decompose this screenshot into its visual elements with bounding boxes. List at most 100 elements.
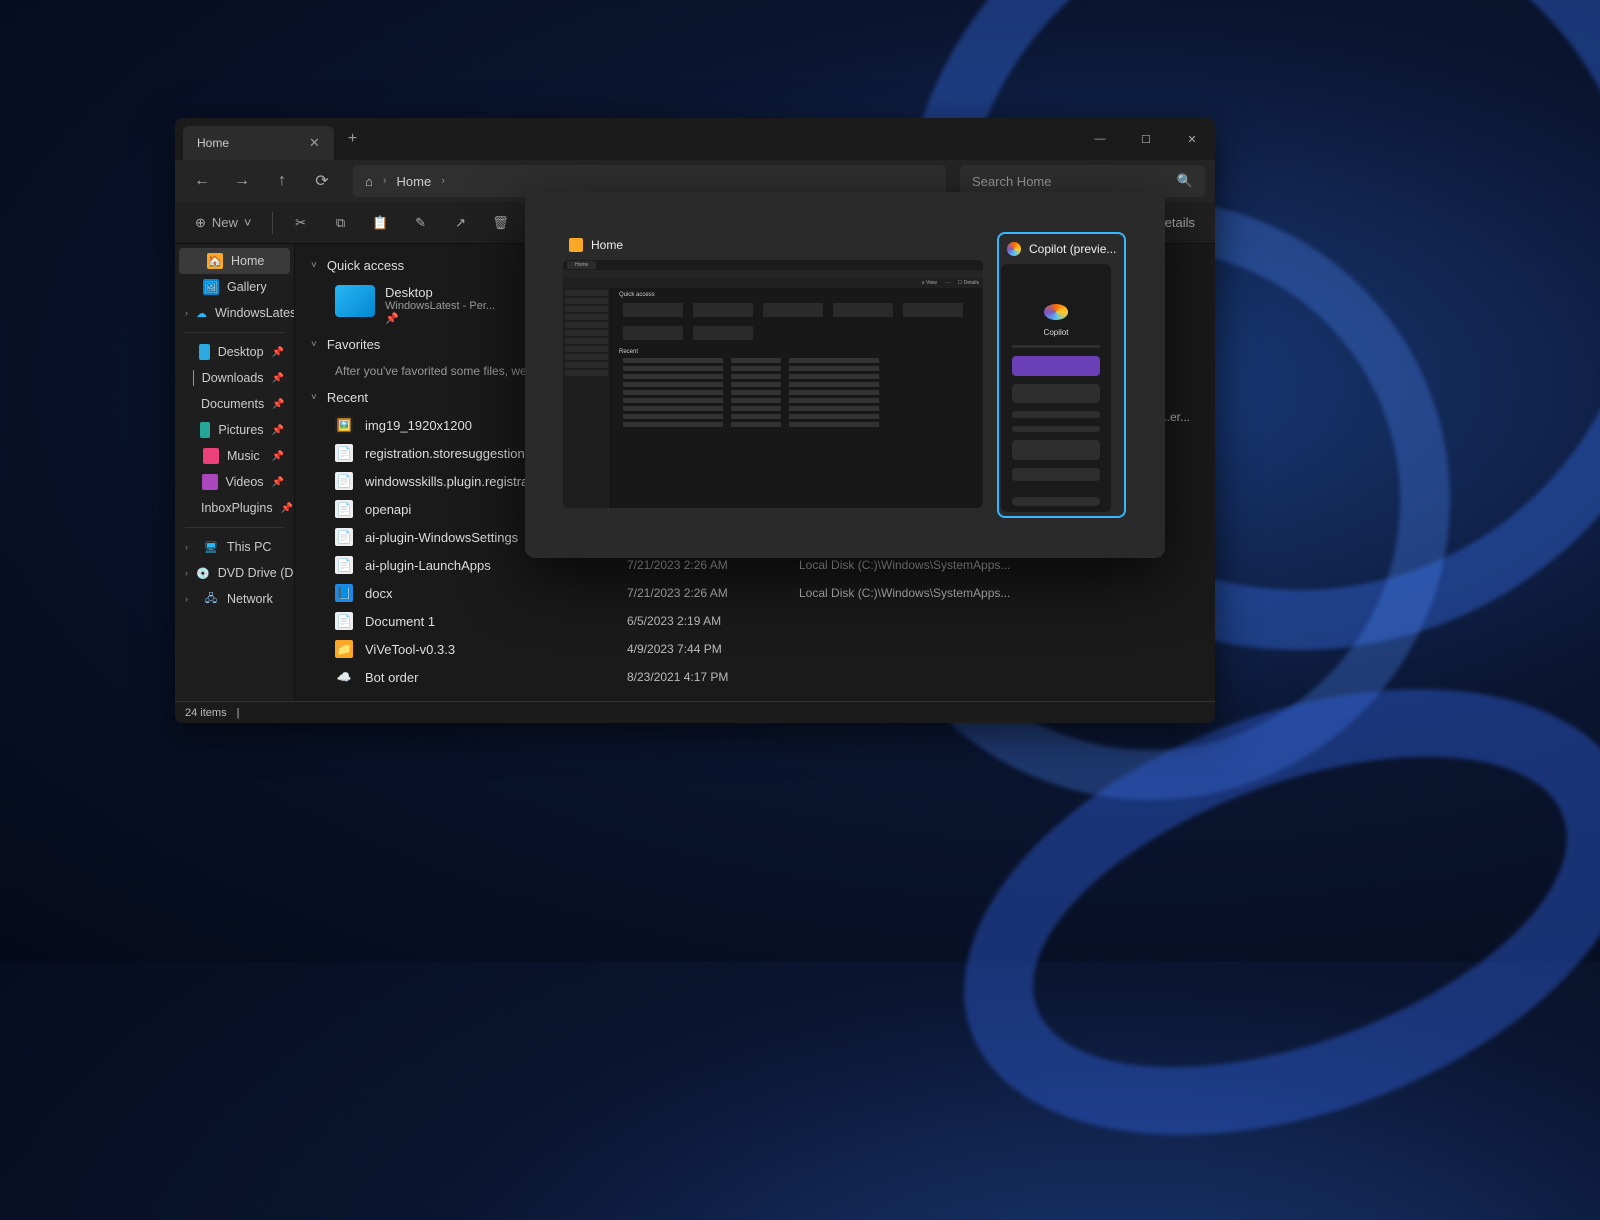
- alttab-card-title: Home: [591, 238, 623, 252]
- sidebar-item-label: Desktop: [218, 345, 264, 359]
- sidebar-item-label: Documents: [201, 397, 264, 411]
- close-button[interactable]: ✕: [1169, 118, 1215, 160]
- window-controls: — ☐ ✕: [1077, 118, 1215, 160]
- sidebar-item-onedrive[interactable]: ›☁ WindowsLatest - Pe...: [175, 300, 294, 326]
- maximize-button[interactable]: ☐: [1123, 118, 1169, 160]
- file-icon: 📄: [335, 556, 353, 574]
- file-date: 7/21/2023 2:26 AM: [627, 586, 787, 600]
- copilot-icon: [1007, 242, 1021, 256]
- tab-home[interactable]: Home ✕: [183, 126, 334, 160]
- chevron-right-icon[interactable]: ›: [185, 542, 195, 552]
- pin-icon[interactable]: 📌: [272, 347, 284, 358]
- folder-icon: [200, 422, 211, 438]
- pin-icon[interactable]: 📌: [272, 373, 284, 384]
- file-icon: 🖼️: [335, 416, 353, 434]
- copilot-logo-icon: [1044, 304, 1068, 320]
- sidebar-item-thispc[interactable]: ›🖥 This PC: [175, 534, 294, 560]
- quick-access-item[interactable]: DesktopWindowsLatest - Per...📌: [335, 285, 535, 325]
- pin-icon[interactable]: 📌: [272, 477, 284, 488]
- delete-button[interactable]: 🗑: [483, 208, 519, 238]
- sidebar-item-label: DVD Drive (D:) CCC: [218, 566, 295, 580]
- folder-icon: [203, 448, 219, 464]
- file-icon: 📄: [335, 612, 353, 630]
- refresh-button[interactable]: ⟳: [305, 164, 339, 198]
- sidebar-item-label: Music: [227, 449, 260, 463]
- file-row[interactable]: 📄Document 16/5/2023 2:19 AM: [295, 607, 1215, 635]
- folder-icon: [335, 285, 375, 317]
- alttab-thumbnail: Home ≡ View⋯☐ Details Quick access Recen…: [563, 260, 983, 508]
- pin-icon[interactable]: 📌: [272, 399, 284, 410]
- sidebar-item-inboxplugins[interactable]: InboxPlugins 📌: [175, 495, 294, 521]
- file-row[interactable]: ☁️Bot order8/23/2021 4:17 PM: [295, 663, 1215, 691]
- chevron-down-icon: ˅: [311, 339, 317, 350]
- alttab-thumbnail: Copilot: [1001, 264, 1111, 512]
- file-date: 8/23/2021 4:17 PM: [627, 670, 787, 684]
- chevron-right-icon[interactable]: ›: [185, 308, 188, 318]
- sidebar-item-dvd[interactable]: ›💿 DVD Drive (D:) CCC: [175, 560, 294, 586]
- pin-icon[interactable]: 📌: [272, 451, 284, 462]
- chevron-down-icon: ˅: [311, 260, 317, 271]
- minimize-button[interactable]: —: [1077, 118, 1123, 160]
- up-button[interactable]: ↑: [265, 164, 299, 198]
- folder-icon: [199, 344, 209, 360]
- sidebar: 🏠 Home 🖼 Gallery ›☁ WindowsLatest - Pe..…: [175, 244, 295, 701]
- chevron-right-icon: ›: [383, 175, 387, 187]
- share-button[interactable]: ↗: [443, 208, 479, 238]
- sidebar-item-home[interactable]: 🏠 Home: [179, 248, 290, 274]
- sidebar-item-label: Gallery: [227, 280, 267, 294]
- home-icon: ⌂: [365, 174, 373, 189]
- chevron-down-icon: ˅: [311, 392, 317, 403]
- file-name: ai-plugin-LaunchApps: [365, 558, 615, 573]
- close-tab-icon[interactable]: ✕: [309, 135, 320, 151]
- sidebar-item-desktop[interactable]: Desktop 📌: [175, 339, 294, 365]
- copilot-logo-text: Copilot: [1044, 328, 1069, 337]
- alttab-card-copilot[interactable]: Copilot (previe... Copilot: [997, 232, 1126, 518]
- sidebar-item-documents[interactable]: Documents 📌: [175, 391, 294, 417]
- file-icon: 📘: [335, 584, 353, 602]
- forward-button[interactable]: →: [225, 164, 259, 198]
- copy-button[interactable]: ⧉: [323, 208, 359, 238]
- sidebar-item-label: Videos: [226, 475, 264, 489]
- pin-icon[interactable]: 📌: [272, 425, 284, 436]
- sidebar-item-pictures[interactable]: Pictures 📌: [175, 417, 294, 443]
- file-date: 6/5/2023 2:19 AM: [627, 614, 787, 628]
- sidebar-item-downloads[interactable]: Downloads📌: [175, 365, 294, 391]
- pin-icon: 📌: [385, 312, 495, 325]
- file-name: docx: [365, 586, 615, 601]
- rename-button[interactable]: ✎: [403, 208, 439, 238]
- sidebar-item-label: InboxPlugins: [201, 501, 273, 515]
- sidebar-item-network[interactable]: ›🖧 Network: [175, 586, 294, 612]
- status-separator: |: [237, 707, 240, 719]
- sidebar-item-label: Pictures: [218, 423, 263, 437]
- sidebar-item-gallery[interactable]: 🖼 Gallery: [175, 274, 294, 300]
- file-icon: 📄: [335, 472, 353, 490]
- paste-button[interactable]: 📋: [363, 208, 399, 238]
- search-icon: 🔍: [1177, 173, 1193, 189]
- back-button[interactable]: ←: [185, 164, 219, 198]
- search-placeholder: Search Home: [972, 174, 1051, 189]
- file-location: Local Disk (C:)\Windows\SystemApps...: [799, 558, 1199, 572]
- pin-icon[interactable]: 📌: [281, 503, 293, 514]
- alttab-overlay: Home Home ≡ View⋯☐ Details Quick access …: [525, 192, 1165, 558]
- file-icon: 📁: [335, 640, 353, 658]
- new-tab-button[interactable]: +: [348, 130, 357, 148]
- statusbar: 24 items |: [175, 701, 1215, 723]
- cut-button[interactable]: ✂: [283, 208, 319, 238]
- breadcrumb[interactable]: Home: [397, 174, 432, 189]
- new-button[interactable]: ⊕ New ˅: [185, 208, 262, 238]
- file-date: 7/21/2023 2:26 AM: [627, 558, 787, 572]
- sidebar-item-music[interactable]: Music 📌: [175, 443, 294, 469]
- sidebar-item-label: WindowsLatest - Pe...: [215, 306, 295, 320]
- titlebar: Home ✕ + — ☐ ✕: [175, 118, 1215, 160]
- alttab-card-title: Copilot (previe...: [1029, 242, 1116, 256]
- alttab-card-home[interactable]: Home Home ≡ View⋯☐ Details Quick access …: [563, 232, 983, 518]
- file-row[interactable]: 📘 docx 7/21/2023 2:26 AM Local Disk (C:)\Wi…: [295, 579, 1215, 607]
- file-row[interactable]: 📁ViVeTool-v0.3.34/9/2023 7:44 PM: [295, 635, 1215, 663]
- chevron-right-icon[interactable]: ›: [185, 568, 188, 578]
- sidebar-item-videos[interactable]: Videos 📌: [175, 469, 294, 495]
- file-location: Local Disk (C:)\Windows\SystemApps...: [799, 586, 1199, 600]
- divider: [185, 527, 284, 528]
- file-name: Bot order: [365, 670, 615, 685]
- chevron-right-icon[interactable]: ›: [185, 594, 195, 604]
- qa-name: Desktop: [385, 285, 495, 300]
